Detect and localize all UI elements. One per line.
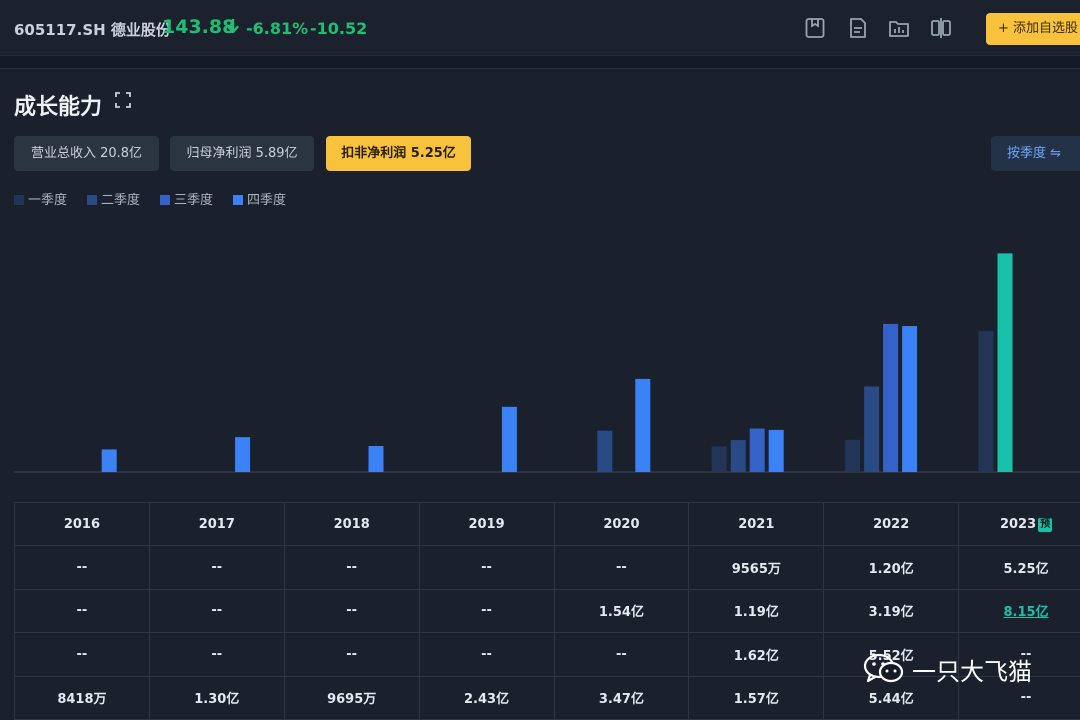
table-cell: 9565万 [688, 545, 825, 590]
table-cell: -- [283, 588, 420, 634]
bar-2022-q2[interactable] [864, 386, 880, 472]
table-cell: -- [418, 588, 555, 634]
growth-panel: 成长能力 营业总收入 20.8亿 归母净利润 5.89亿 扣非净利润 5.25亿… [0, 68, 1080, 720]
table-row: -- -- -- -- -- 9565万 1.20亿 5.25亿 [14, 545, 1080, 590]
legend-swatch [14, 195, 24, 205]
table-cell: 8.15亿 [958, 588, 1080, 634]
bar-2020-q2[interactable] [597, 430, 613, 472]
bookmark-icon[interactable] [803, 16, 827, 40]
fullscreen-icon[interactable] [114, 91, 132, 109]
legend-q4[interactable]: 四季度 [233, 189, 286, 208]
legend-q1[interactable]: 一季度 [14, 189, 67, 208]
year-header-2023: 2023 预 [958, 501, 1080, 547]
legend-label: 四季度 [247, 193, 287, 208]
legend-swatch [233, 195, 243, 205]
table-cell: -- [14, 588, 150, 634]
quarterly-bar-chart [14, 253, 1080, 473]
year-header: 2018 [283, 501, 420, 547]
table-cell: -- [148, 588, 285, 634]
arrow-down-icon [227, 18, 239, 34]
table-cell: 1.30亿 [148, 675, 285, 720]
bar-2022-q1[interactable] [845, 439, 861, 472]
bar-2022-q3[interactable] [883, 323, 899, 472]
table-cell: -- [148, 632, 285, 677]
table-cell: 5.25亿 [958, 545, 1080, 590]
table-cell: -- [553, 632, 690, 677]
metric-revenue-button[interactable]: 营业总收入 20.8亿 [14, 136, 159, 171]
table-cell: -- [418, 632, 555, 677]
table-cell: 1.54亿 [553, 588, 690, 634]
table-cell: 1.57亿 [688, 675, 825, 720]
stock-header: 605117.SH 德业股份 143.88 -6.81% -10.52 + 添加… [0, 0, 1080, 56]
bar-2023-q1[interactable] [978, 331, 994, 472]
bar-2019-q4[interactable] [501, 406, 517, 472]
table-cell: 1.19亿 [688, 588, 825, 634]
bar-2023-q2[interactable] [997, 253, 1013, 472]
bar-2021-q4[interactable] [768, 429, 784, 472]
legend-q2[interactable]: 二季度 [87, 189, 140, 208]
change-absolute: -10.52 [310, 19, 368, 38]
legend-label: 二季度 [101, 193, 141, 208]
table-cell: -- [283, 545, 420, 590]
table-row: -- -- -- -- 1.54亿 1.19亿 3.19亿 8.15亿 [14, 588, 1080, 634]
legend-swatch [160, 195, 170, 205]
forecast-value-link[interactable]: 8.15亿 [1004, 605, 1049, 620]
bar-2021-q1[interactable] [711, 446, 727, 472]
compare-icon[interactable] [929, 16, 953, 40]
stock-code-name: 605117.SH 德业股份 [14, 21, 171, 39]
legend-label: 三季度 [174, 193, 214, 208]
table-cell: 2.43亿 [418, 675, 555, 720]
bar-2022-q4[interactable] [902, 326, 918, 472]
bar-2020-q4[interactable] [635, 378, 651, 472]
table-cell: 3.47亿 [553, 675, 690, 720]
table-cell: -- [148, 545, 285, 590]
table-cell: -- [14, 632, 150, 677]
watermark-text: 一只大飞猫 [912, 658, 1032, 686]
folder-chart-icon[interactable] [887, 16, 911, 40]
table-cell: 3.19亿 [823, 588, 960, 634]
table-cell: 1.20亿 [823, 545, 960, 590]
legend-q3[interactable]: 三季度 [160, 189, 213, 208]
table-cell: -- [418, 545, 555, 590]
table-cell: 8418万 [14, 675, 150, 720]
year-header: 2017 [148, 501, 285, 547]
section-title: 成长能力 [14, 95, 103, 120]
table-cell: -- [553, 545, 690, 590]
table-cell: 9695万 [283, 675, 420, 720]
year-header: 2016 [14, 501, 150, 547]
metric-deducted-profit-button[interactable]: 扣非净利润 5.25亿 [326, 136, 471, 171]
bar-2017-q4[interactable] [235, 437, 251, 472]
bar-2021-q3[interactable] [749, 428, 765, 472]
year-header: 2021 [688, 501, 825, 547]
change-percent: -6.81% [246, 19, 309, 38]
year-header: 2022 [823, 501, 960, 547]
bar-2021-q2[interactable] [730, 440, 746, 472]
quarter-toggle-button[interactable]: 按季度 ⇋ [991, 136, 1080, 171]
bar-2018-q4[interactable] [368, 445, 384, 472]
table-cell: -- [14, 545, 150, 590]
legend-label: 一季度 [28, 193, 68, 208]
wechat-icon [863, 653, 904, 683]
stock-price: 143.88 [162, 16, 236, 38]
table-cell: 1.62亿 [688, 632, 825, 677]
year-header: 2020 [553, 501, 690, 547]
year-label: 2023 [999, 516, 1037, 532]
add-watchlist-button[interactable]: + 添加自选股 [986, 13, 1080, 45]
data-table: 2016 2017 2018 2019 2020 2021 2022 2023 预… [14, 501, 1080, 720]
bar-2016-q4[interactable] [101, 449, 117, 472]
metric-net-profit-button[interactable]: 归母净利润 5.89亿 [170, 136, 314, 171]
table-cell: -- [283, 632, 420, 677]
forecast-badge: 预 [1038, 517, 1053, 532]
year-header: 2019 [418, 501, 555, 547]
legend-swatch [87, 195, 97, 205]
note-icon[interactable] [846, 16, 870, 40]
